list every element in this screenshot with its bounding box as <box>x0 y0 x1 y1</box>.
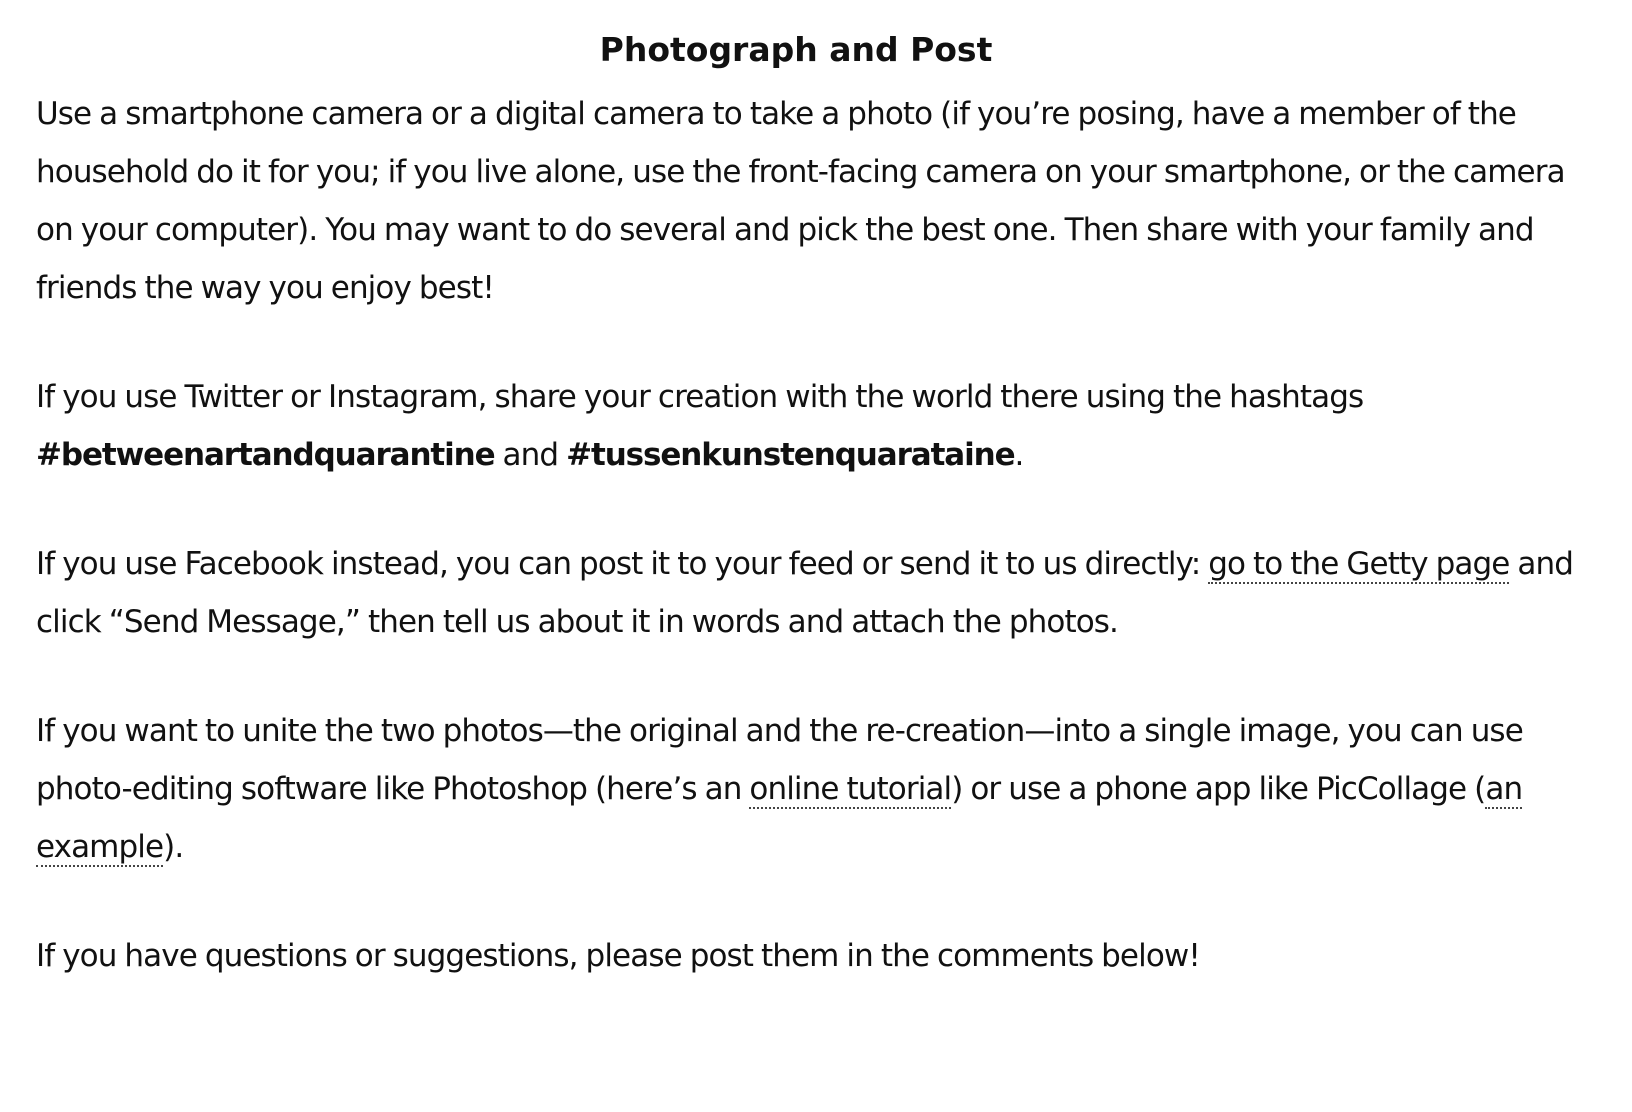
hashtags-paragraph: If you use Twitter or Instagram, share y… <box>36 368 1596 484</box>
facebook-paragraph: If you use Facebook instead, you can pos… <box>36 535 1596 651</box>
hashtags-intro-text: If you use Twitter or Instagram, share y… <box>36 379 1364 415</box>
hashtags-and-text: and <box>494 437 567 473</box>
unite-photos-mid-text: ) or use a phone app like PicCollage ( <box>951 771 1486 807</box>
hashtags-end-text: . <box>1014 437 1025 473</box>
hashtag-between-art: #betweenartandquarantine <box>36 437 496 473</box>
online-tutorial-link[interactable]: online tutorial <box>749 771 952 809</box>
photo-instructions-paragraph: Use a smartphone camera or a digital cam… <box>36 85 1596 317</box>
section-title: Photograph and Post <box>599 30 993 69</box>
getty-page-link[interactable]: go to the Getty page <box>1208 546 1510 584</box>
unite-photos-end-text: ). <box>163 829 184 865</box>
questions-paragraph: If you have questions or suggestions, pl… <box>36 927 1596 985</box>
facebook-intro-text: If you use Facebook instead, you can pos… <box>36 546 1209 582</box>
photo-instructions-text: Use a smartphone camera or a digital cam… <box>36 96 1566 306</box>
hashtag-tussen-kunst: #tussenkunstenquarataine <box>566 437 1016 473</box>
unite-photos-paragraph: If you want to unite the two photos—the … <box>36 702 1596 876</box>
article-section: Photograph and Post Use a smartphone cam… <box>36 18 1596 985</box>
questions-text: If you have questions or suggestions, pl… <box>36 938 1201 974</box>
